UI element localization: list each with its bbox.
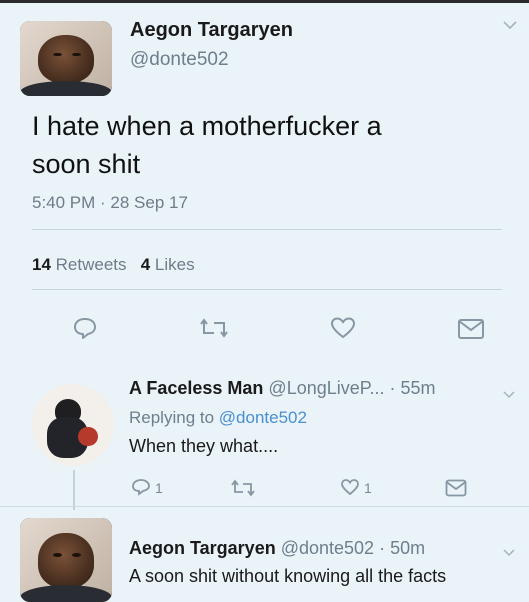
- divider: [32, 289, 502, 290]
- retweet-label[interactable]: Retweets: [56, 255, 127, 274]
- like-count: 1: [364, 480, 372, 496]
- replying-to-link[interactable]: @donte502: [219, 408, 307, 427]
- reply-author-line: A Faceless Man @LongLiveP... · 55m: [129, 378, 435, 399]
- reply-author-name[interactable]: Aegon Targaryen: [129, 538, 276, 558]
- reply-text: When they what....: [129, 436, 279, 456]
- tweet-timestamp[interactable]: 5:40 PM · 28 Sep 17: [32, 193, 188, 213]
- reply-tweet[interactable]: A Faceless Man @LongLiveP... · 55m Reply…: [0, 370, 529, 510]
- avatar[interactable]: [32, 384, 114, 466]
- tweet-text: I hate when a motherfucker a soon shit: [32, 107, 502, 183]
- divider: [0, 506, 529, 507]
- avatar[interactable]: [20, 518, 112, 602]
- divider: [32, 229, 502, 230]
- reply-icon[interactable]: [72, 316, 98, 345]
- tweet-text-line: soon shit: [32, 149, 141, 179]
- message-icon[interactable]: [457, 318, 485, 345]
- reply-time[interactable]: · 55m: [389, 378, 435, 398]
- replying-to: Replying to @donte502: [129, 408, 307, 428]
- main-tweet: Aegon Targaryen @donte502 I hate when a …: [0, 3, 529, 343]
- chevron-down-icon[interactable]: [503, 17, 517, 33]
- reply-author-handle[interactable]: @donte502: [281, 538, 374, 558]
- retweet-count[interactable]: 14: [32, 255, 51, 274]
- replying-prefix: Replying to: [129, 408, 215, 427]
- thread-line: [73, 470, 75, 510]
- like-label[interactable]: Likes: [155, 255, 195, 274]
- reply-author-name[interactable]: A Faceless Man: [129, 378, 263, 398]
- retweet-icon[interactable]: [231, 479, 255, 502]
- like-count[interactable]: 4: [141, 255, 150, 274]
- reply-author-handle[interactable]: @LongLiveP...: [268, 378, 384, 398]
- reply-text: A soon shit without knowing all the fact…: [129, 566, 447, 586]
- reply-icon[interactable]: [131, 478, 151, 501]
- chevron-down-icon[interactable]: [503, 386, 515, 402]
- like-icon[interactable]: [340, 478, 360, 501]
- reply-tweet[interactable]: Aegon Targaryen @donte502 · 50m A soon s…: [0, 512, 529, 602]
- reply-time[interactable]: · 50m: [379, 538, 425, 558]
- retweet-icon[interactable]: [199, 317, 229, 344]
- author-handle[interactable]: @donte502: [130, 49, 229, 71]
- reply-author-line: Aegon Targaryen @donte502 · 50m: [129, 538, 425, 559]
- author-name[interactable]: Aegon Targaryen: [130, 19, 293, 42]
- tweet-stats: 14 Retweets 4 Likes: [32, 255, 195, 275]
- tweet-text-line: I hate when a motherfucker a: [32, 111, 382, 141]
- avatar[interactable]: [20, 21, 112, 96]
- message-icon[interactable]: [445, 479, 467, 502]
- like-icon[interactable]: [330, 316, 356, 345]
- reply-count: 1: [155, 480, 163, 496]
- chevron-down-icon[interactable]: [503, 544, 515, 560]
